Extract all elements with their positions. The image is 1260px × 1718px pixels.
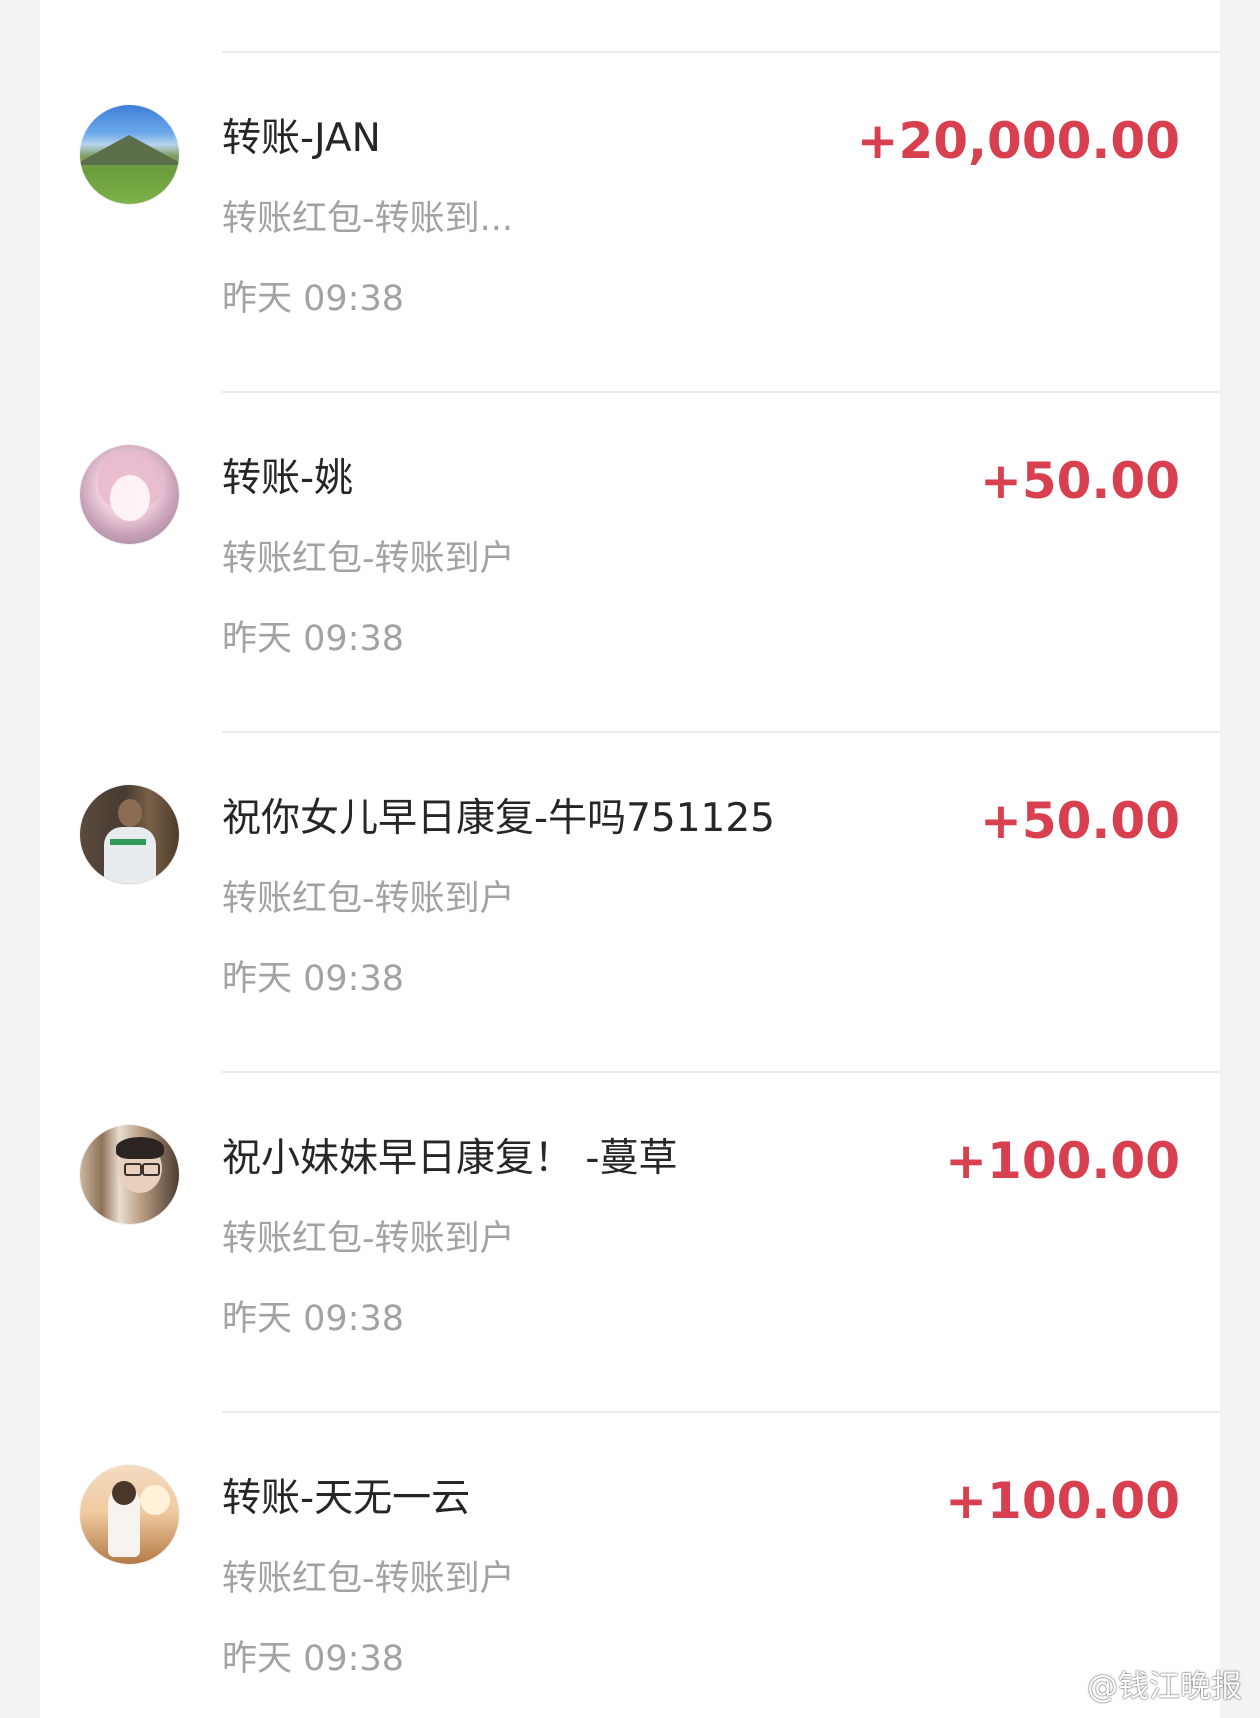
transaction-time: 昨天 09:38 xyxy=(222,279,404,319)
transaction-time: 昨天 09:38 xyxy=(222,619,404,659)
transaction-amount: +20,000.00 xyxy=(856,112,1180,170)
transaction-row[interactable]: 转账-姚 +50.00 转账红包-转账到户 昨天 09:38 xyxy=(0,393,1260,733)
transaction-row[interactable]: 祝小妹妹早日康复！ -蔓草 +100.00 转账红包-转账到户 昨天 09:38 xyxy=(0,1073,1260,1413)
man-photo-avatar-icon[interactable] xyxy=(80,785,179,884)
weibo-logo-icon xyxy=(1041,1667,1083,1701)
transaction-time: 昨天 09:38 xyxy=(222,1639,404,1679)
transaction-description: 转账红包-转账到户 xyxy=(222,879,515,919)
transaction-amount: +50.00 xyxy=(979,792,1180,850)
transaction-title: 祝你女儿早日康复-牛吗751125 xyxy=(222,796,775,841)
transaction-description: 转账红包-转账到户 xyxy=(222,1219,515,1259)
transaction-description: 转账红包-转账到户 xyxy=(222,1559,515,1599)
transaction-title: 转账-天无一云 xyxy=(222,1476,471,1521)
transaction-list: 转账-JAN +20,000.00 转账红包-转账到... 昨天 09:38 转… xyxy=(0,53,1260,1718)
transaction-description: 转账红包-转账到... xyxy=(222,199,514,239)
transaction-row[interactable]: 祝你女儿早日康复-牛吗751125 +50.00 转账红包-转账到户 昨天 09… xyxy=(0,733,1260,1073)
landscape-avatar-icon[interactable] xyxy=(80,105,179,204)
watermark-text: @钱江晚报 xyxy=(1087,1669,1242,1705)
transaction-row[interactable]: 转账-JAN +20,000.00 转账红包-转账到... 昨天 09:38 xyxy=(0,53,1260,393)
transaction-time: 昨天 09:38 xyxy=(222,1299,404,1339)
transaction-time: 昨天 09:38 xyxy=(222,959,404,999)
transaction-amount: +100.00 xyxy=(945,1132,1180,1190)
transaction-title: 转账-JAN xyxy=(222,116,381,161)
transaction-description: 转账红包-转账到户 xyxy=(222,539,515,579)
transaction-amount: +50.00 xyxy=(979,452,1180,510)
man-glasses-avatar-icon[interactable] xyxy=(80,1125,179,1224)
anime-girl-avatar-icon[interactable] xyxy=(80,445,179,544)
transaction-title: 转账-姚 xyxy=(222,456,354,501)
transaction-amount: +100.00 xyxy=(945,1472,1180,1530)
girl-sunset-avatar-icon[interactable] xyxy=(80,1465,179,1564)
source-watermark: @钱江晚报 xyxy=(1041,1661,1242,1706)
transaction-title: 祝小妹妹早日康复！ -蔓草 xyxy=(222,1136,678,1181)
